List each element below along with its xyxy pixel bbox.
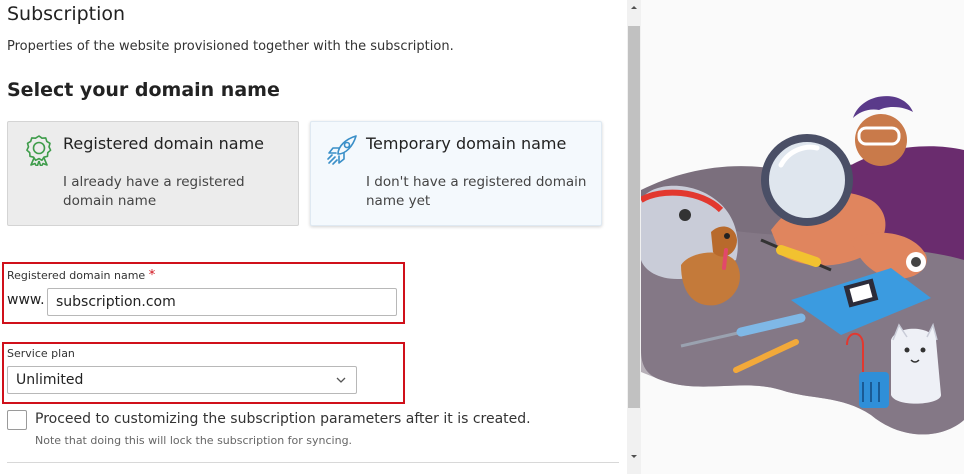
page-subtitle: Properties of the website provisioned to…	[7, 39, 454, 54]
customize-checkbox-label[interactable]: Proceed to customizing the subscription …	[35, 411, 531, 427]
page-title: Subscription	[7, 3, 126, 25]
subscription-panel: Subscription Properties of the website p…	[0, 0, 620, 474]
service-plan-label: Service plan	[7, 347, 75, 360]
decorative-illustration	[641, 0, 964, 474]
scroll-up-arrow-icon[interactable]	[627, 0, 641, 14]
rocket-icon	[326, 134, 358, 166]
temporary-domain-card[interactable]: Temporary domain name I don't have a reg…	[310, 121, 602, 226]
chevron-down-icon	[335, 374, 347, 386]
registered-domain-title: Registered domain name	[63, 134, 264, 153]
divider	[7, 462, 619, 463]
customize-checkbox[interactable]	[7, 410, 27, 430]
scroll-down-arrow-icon[interactable]	[627, 448, 641, 462]
domain-name-input[interactable]: subscription.com	[47, 288, 397, 316]
registered-domain-description: I already have a registered domain name	[63, 174, 245, 209]
service-plan-select[interactable]: Unlimited	[7, 366, 357, 394]
vertical-scrollbar[interactable]	[627, 0, 641, 474]
service-plan-value: Unlimited	[16, 372, 84, 388]
domain-prefix: www.	[7, 292, 45, 308]
domain-section-title: Select your domain name	[7, 79, 280, 101]
temporary-domain-title: Temporary domain name	[366, 134, 567, 153]
registered-domain-card[interactable]: Registered domain name I already have a …	[7, 121, 299, 226]
domain-field-label-text: Registered domain name	[7, 269, 146, 282]
award-ribbon-icon	[23, 134, 55, 168]
domain-field-label: Registered domain name *	[7, 268, 155, 283]
required-marker: *	[148, 268, 156, 283]
scrollbar-thumb[interactable]	[628, 26, 640, 408]
temporary-domain-description: I don't have a registered domain name ye…	[366, 174, 587, 209]
customize-note: Note that doing this will lock the subsc…	[35, 434, 353, 447]
